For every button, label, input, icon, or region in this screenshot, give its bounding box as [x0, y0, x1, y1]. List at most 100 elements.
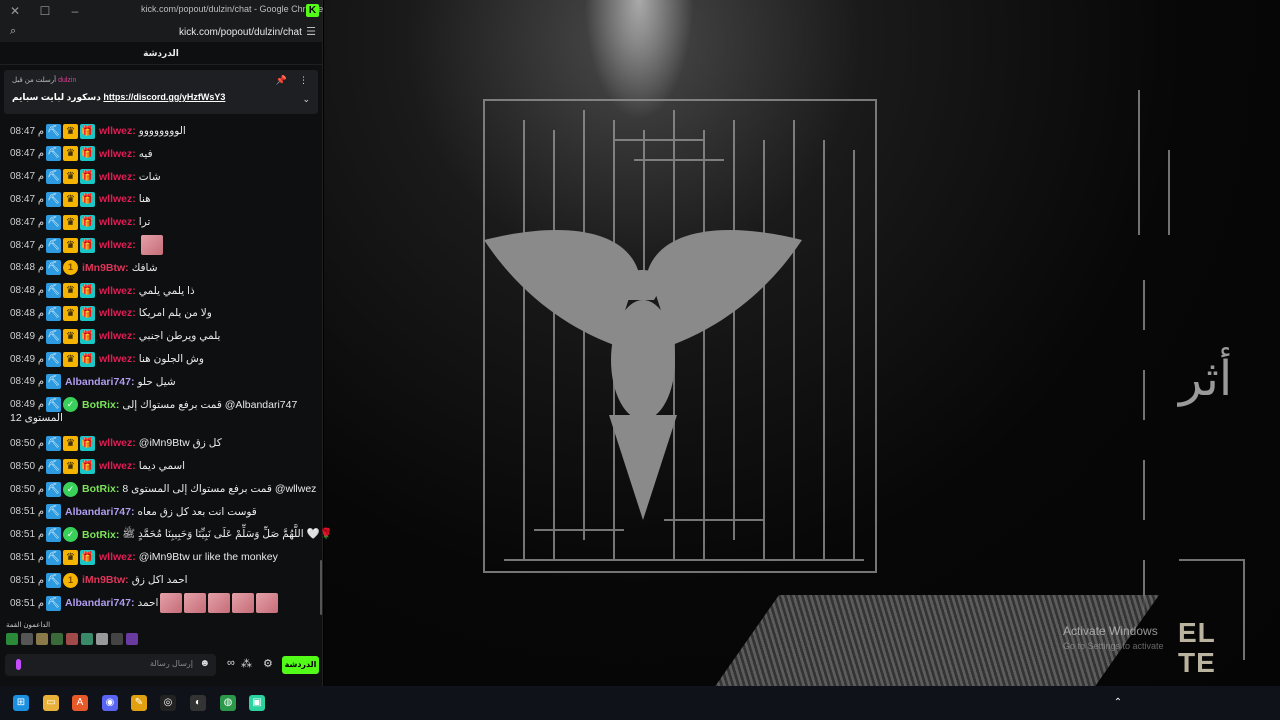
chevron-up-icon[interactable]: ⌃: [1110, 695, 1126, 711]
close-window-button[interactable]: ✕: [0, 0, 30, 22]
gift-badge-icon[interactable]: 🎁: [80, 305, 96, 321]
pickaxe-badge-icon[interactable]: ⛏: [46, 214, 62, 230]
pickaxe-badge-icon[interactable]: ⛏: [46, 595, 62, 611]
crown-badge-icon[interactable]: ♛: [63, 146, 79, 162]
gift-badge-icon[interactable]: 🎁: [80, 237, 96, 253]
supporter-avatar[interactable]: [81, 633, 93, 645]
pickaxe-badge-icon[interactable]: ⛏: [46, 549, 62, 565]
gift-badge-icon[interactable]: 🎁: [80, 169, 96, 185]
file-explorer-icon[interactable]: ▭: [43, 695, 59, 711]
message-username[interactable]: wllwez:: [99, 307, 136, 319]
gift-badge-icon[interactable]: 🎁: [80, 191, 96, 207]
pen-app-icon[interactable]: ✎: [131, 695, 147, 711]
settings-gear-icon[interactable]: ⚙: [263, 657, 273, 670]
message-username[interactable]: wllwez:: [99, 148, 136, 160]
pickaxe-badge-icon[interactable]: ⛏: [46, 123, 62, 139]
crown-badge-icon[interactable]: ♛: [63, 351, 79, 367]
emoji-icon[interactable]: ☻: [199, 658, 210, 669]
more-options-icon[interactable]: ⋮: [299, 75, 308, 86]
message-username[interactable]: Albandari747:: [65, 376, 134, 388]
message-username[interactable]: wllwez:: [99, 437, 136, 449]
pickaxe-badge-icon[interactable]: ⛏: [46, 572, 62, 588]
crown-badge-icon[interactable]: ♛: [63, 123, 79, 139]
minimize-window-button[interactable]: –: [60, 0, 90, 22]
url-text[interactable]: kick.com/popout/dulzin/chat: [179, 27, 302, 38]
crown-badge-icon[interactable]: ♛: [63, 283, 79, 299]
pickaxe-badge-icon[interactable]: ⛏: [46, 328, 62, 344]
message-username[interactable]: Albandari747:: [65, 506, 134, 518]
chevron-down-icon[interactable]: ⌄: [302, 94, 310, 105]
infinity-icon[interactable]: ∞: [227, 657, 235, 669]
message-username[interactable]: wllwez:: [99, 353, 136, 365]
crown-badge-icon[interactable]: ♛: [63, 328, 79, 344]
message-username[interactable]: wllwez:: [99, 216, 136, 228]
crown-badge-icon[interactable]: ♛: [63, 305, 79, 321]
microphone-icon[interactable]: [16, 659, 21, 670]
gift-badge-icon[interactable]: 🎁: [80, 549, 96, 565]
message-username[interactable]: wllwez:: [99, 125, 136, 137]
pickaxe-badge-icon[interactable]: ⛏: [46, 169, 62, 185]
pickaxe-badge-icon[interactable]: ⛏: [46, 504, 62, 520]
crown-badge-icon[interactable]: ♛: [63, 169, 79, 185]
message-username[interactable]: wllwez:: [99, 460, 136, 472]
supporter-avatar[interactable]: [111, 633, 123, 645]
message-username[interactable]: BotRix:: [82, 399, 119, 411]
pickaxe-badge-icon[interactable]: ⛏: [46, 237, 62, 253]
verified-badge-icon[interactable]: ✓: [63, 481, 79, 497]
windows-start-icon[interactable]: ⊞: [13, 695, 29, 711]
supporter-avatar[interactable]: [21, 633, 33, 645]
pinned-link[interactable]: https://discord.gg/yHzfWsY3: [103, 92, 225, 102]
gift-badge-icon[interactable]: 🎁: [80, 351, 96, 367]
pickaxe-badge-icon[interactable]: ⛏: [46, 481, 62, 497]
crown-badge-icon[interactable]: ♛: [63, 237, 79, 253]
steam-icon[interactable]: ◐: [190, 695, 206, 711]
crown-badge-icon[interactable]: ♛: [63, 435, 79, 451]
gift-badge-icon[interactable]: 🎁: [80, 146, 96, 162]
message-username[interactable]: wllwez:: [99, 330, 136, 342]
gift-badge-icon[interactable]: 🎁: [80, 435, 96, 451]
send-chat-button[interactable]: الدردشة: [282, 656, 319, 674]
message-username[interactable]: Albandari747:: [65, 597, 134, 609]
message-username[interactable]: iMn9Btw:: [82, 262, 129, 274]
crown-badge-icon[interactable]: ♛: [63, 458, 79, 474]
supporter-avatar[interactable]: [36, 633, 48, 645]
message-username[interactable]: wllwez:: [99, 551, 136, 563]
message-username[interactable]: iMn9Btw:: [82, 574, 129, 586]
supporter-avatar[interactable]: [96, 633, 108, 645]
chrome-icon[interactable]: ◍: [220, 695, 236, 711]
crown-badge-icon[interactable]: ♛: [63, 191, 79, 207]
pickaxe-badge-icon[interactable]: ⛏: [46, 283, 62, 299]
pickaxe-badge-icon[interactable]: ⛏: [46, 397, 62, 413]
pickaxe-badge-icon[interactable]: ⛏: [46, 351, 62, 367]
message-input[interactable]: إرسال رسالة ☻: [5, 654, 216, 676]
people-icon[interactable]: ⁂: [241, 657, 252, 670]
gift-badge-icon[interactable]: 🎁: [80, 123, 96, 139]
message-username[interactable]: wllwez:: [99, 193, 136, 205]
pickaxe-badge-icon[interactable]: ⛏: [46, 527, 62, 543]
message-username[interactable]: BotRix:: [82, 529, 119, 541]
site-options-icon[interactable]: ☰: [306, 25, 316, 38]
pin-icon[interactable]: 📌: [276, 75, 287, 86]
supporter-avatar[interactable]: [51, 633, 63, 645]
gift-badge-icon[interactable]: 🎁: [80, 328, 96, 344]
maximize-window-button[interactable]: ☐: [30, 0, 60, 22]
pickaxe-badge-icon[interactable]: ⛏: [46, 260, 62, 276]
crown-badge-icon[interactable]: ♛: [63, 214, 79, 230]
message-username[interactable]: wllwez:: [99, 239, 136, 251]
coin-badge-icon[interactable]: 1: [63, 260, 79, 276]
pickaxe-badge-icon[interactable]: ⛏: [46, 305, 62, 321]
verified-badge-icon[interactable]: ✓: [63, 527, 79, 543]
discord-icon[interactable]: ◉: [102, 695, 118, 711]
pickaxe-badge-icon[interactable]: ⛏: [46, 458, 62, 474]
supporter-avatar[interactable]: [66, 633, 78, 645]
pickaxe-badge-icon[interactable]: ⛏: [46, 191, 62, 207]
gift-badge-icon[interactable]: 🎁: [80, 458, 96, 474]
pickaxe-badge-icon[interactable]: ⛏: [46, 435, 62, 451]
gift-badge-icon[interactable]: 🎁: [80, 283, 96, 299]
coin-badge-icon[interactable]: 1: [63, 572, 79, 588]
message-username[interactable]: wllwez:: [99, 171, 136, 183]
verified-badge-icon[interactable]: ✓: [63, 397, 79, 413]
app-a-icon[interactable]: A: [72, 695, 88, 711]
pickaxe-badge-icon[interactable]: ⛏: [46, 374, 62, 390]
supporter-avatar[interactable]: [126, 633, 138, 645]
